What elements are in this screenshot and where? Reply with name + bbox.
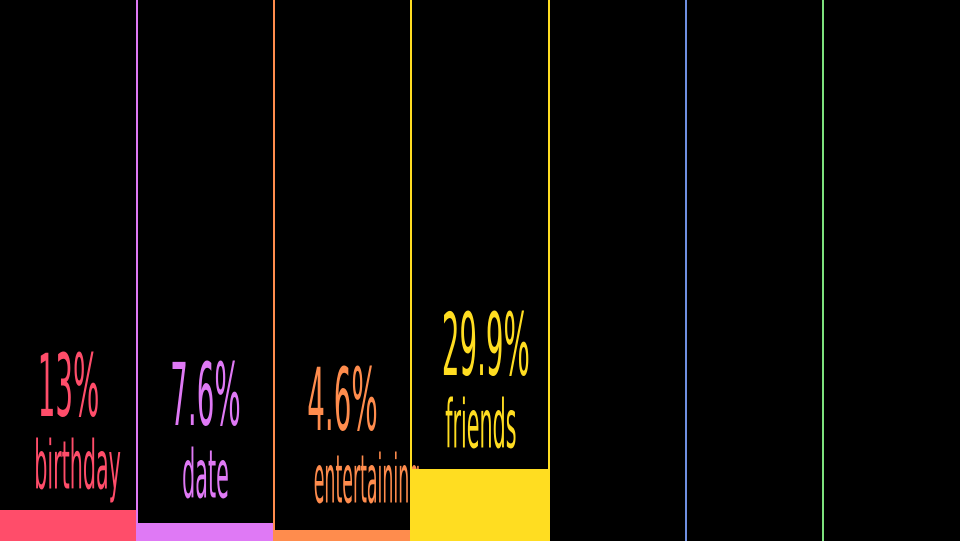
bar <box>137 523 274 541</box>
bar <box>411 469 548 541</box>
bar <box>274 530 411 541</box>
bar-column <box>823 0 960 541</box>
column-divider <box>548 0 550 541</box>
bar-value-label: 29.9% <box>441 295 530 397</box>
bar-column <box>549 0 686 541</box>
bar-label: 29.9% friends <box>411 303 548 464</box>
bar <box>0 510 137 541</box>
bar-label: 13% birthday <box>0 344 137 505</box>
bar-column: 7.6% date <box>137 0 274 541</box>
column-divider <box>273 0 275 541</box>
bar-chart: 13% birthday 7.6% date 4.6% entertaining 29.9%… <box>0 0 960 541</box>
bar-category-label: date <box>182 434 229 514</box>
bar-category-label: friends <box>445 384 517 464</box>
column-divider <box>410 0 412 541</box>
bar-column <box>686 0 823 541</box>
bar-value-label: 7.6% <box>170 345 241 447</box>
column-divider <box>822 0 824 541</box>
bar-column: 4.6% entertaining <box>274 0 421 541</box>
bar-column: 29.9% friends <box>411 0 548 541</box>
bar-value-label: 4.6% <box>307 350 378 452</box>
bar-category-label: birthday <box>34 425 121 505</box>
bar-label: 4.6% entertaining <box>274 358 421 519</box>
column-divider <box>136 0 138 541</box>
column-divider <box>685 0 687 541</box>
bar-value-label: 13% <box>37 336 100 438</box>
bar-label: 7.6% date <box>137 353 274 514</box>
bar-category-label: entertaining <box>313 439 421 519</box>
bar-column: 13% birthday <box>0 0 137 541</box>
